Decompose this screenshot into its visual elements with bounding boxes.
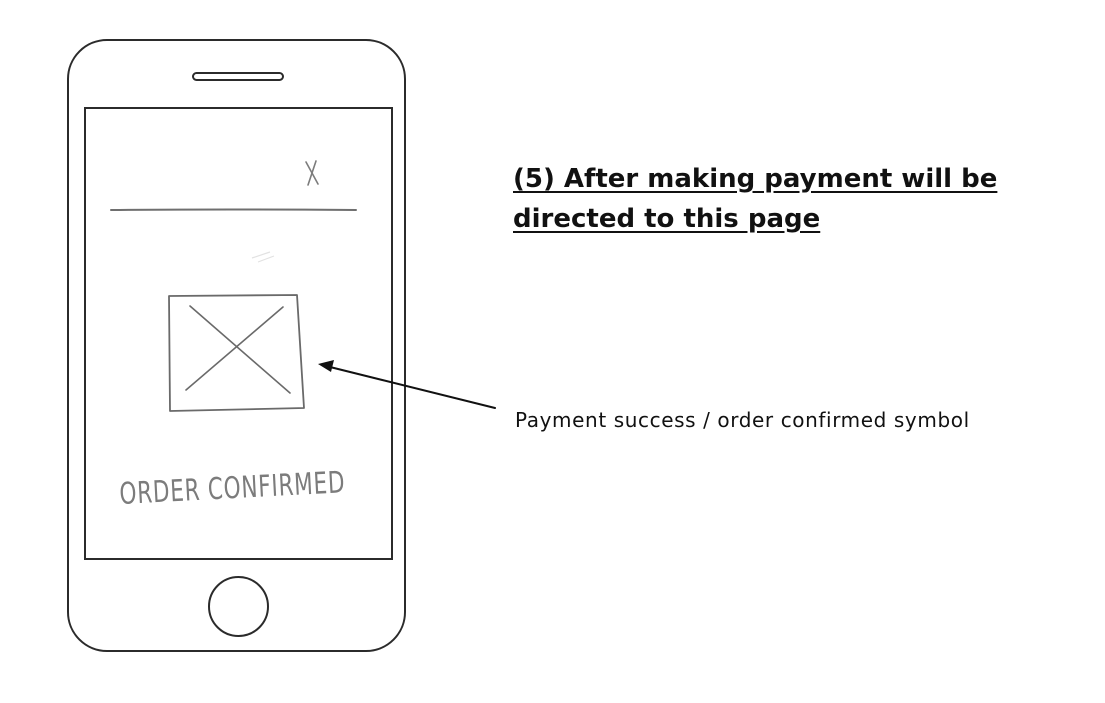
phone-screen	[84, 107, 393, 560]
symbol-annotation: Payment success / order confirmed symbol	[515, 408, 970, 432]
phone-frame	[67, 39, 406, 652]
home-button[interactable]	[208, 576, 269, 637]
page-heading: (5) After making payment will be directe…	[513, 164, 998, 234]
phone-speaker	[192, 72, 284, 81]
